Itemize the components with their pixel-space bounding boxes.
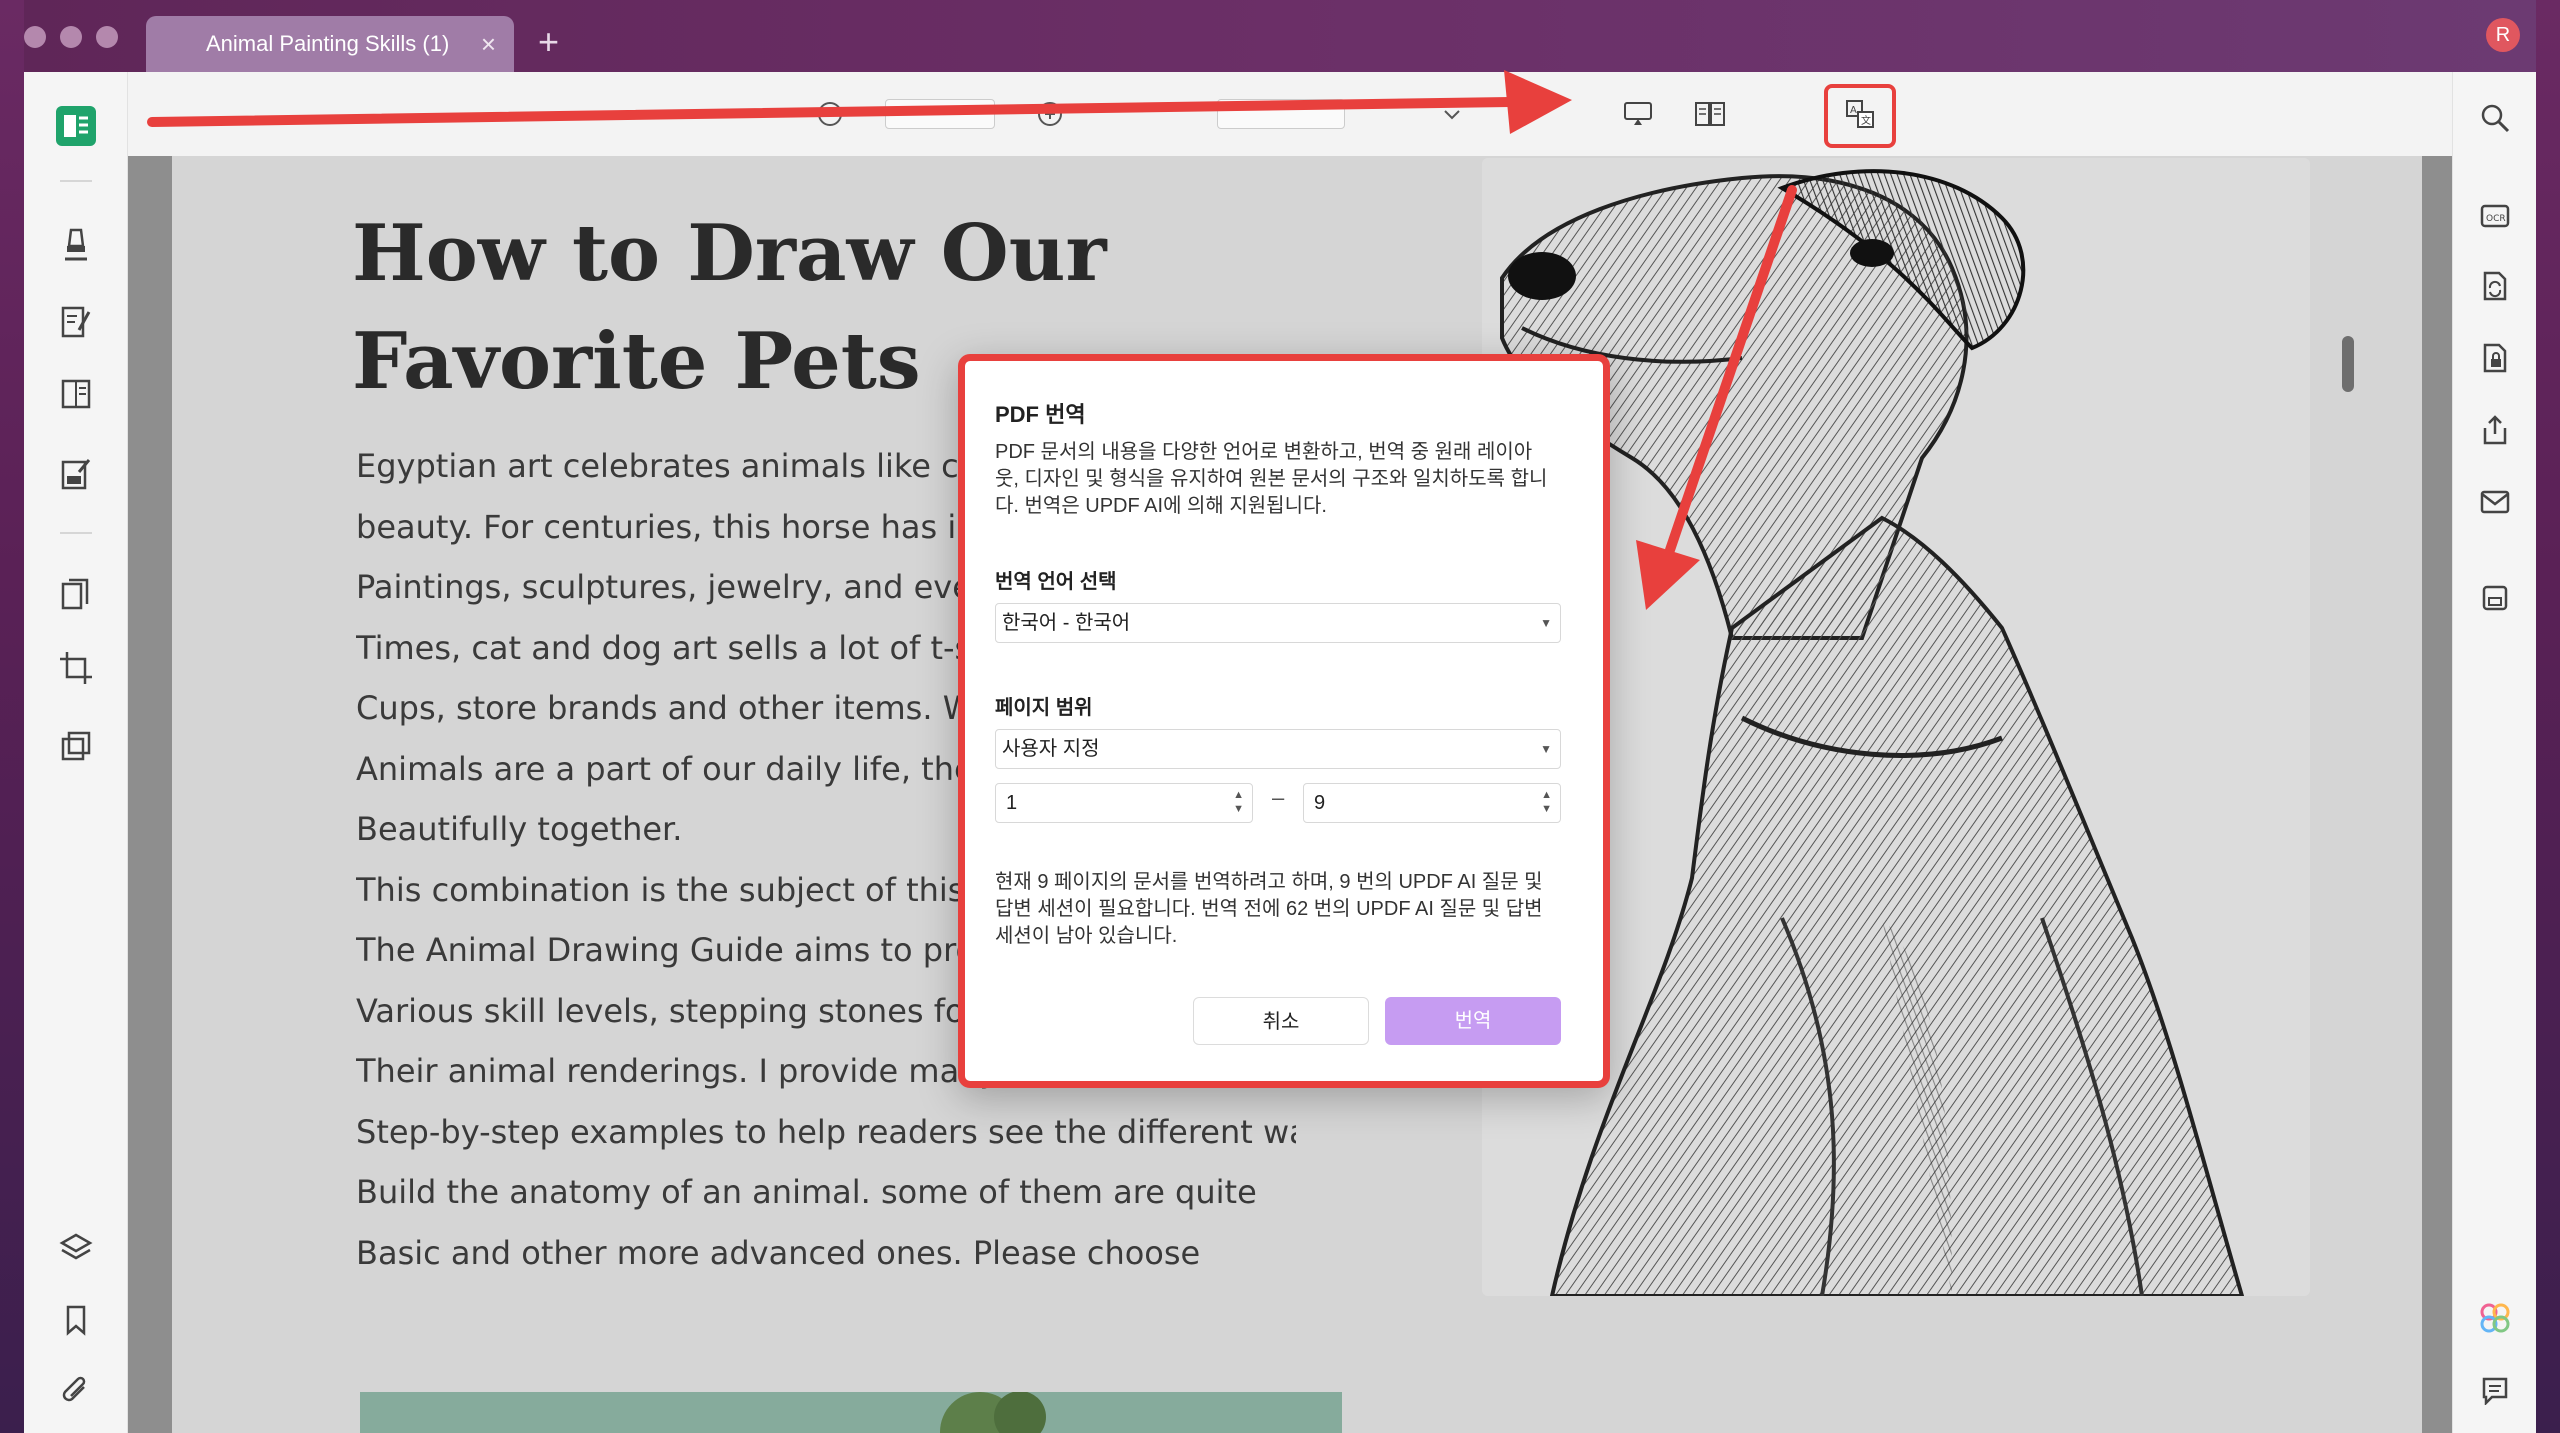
minimize-window-button[interactable] — [60, 26, 82, 48]
language-select[interactable]: 한국어 - 한국어 ▼ — [995, 603, 1561, 643]
range-from-stepper[interactable]: 1 ▲ ▼ — [995, 783, 1253, 823]
page-tools-icon[interactable] — [50, 568, 102, 620]
pdf-translate-dialog: PDF 번역 PDF 문서의 내용을 다양한 언어로 변환하고, 번역 중 원래… — [958, 354, 1610, 1088]
share-icon[interactable] — [2471, 406, 2519, 454]
protect-icon[interactable] — [2471, 334, 2519, 382]
vertical-scrollbar[interactable] — [2342, 336, 2354, 392]
email-icon[interactable] — [2471, 478, 2519, 526]
page-range-select[interactable]: 사용자 지정 ▼ — [995, 729, 1561, 769]
chevron-down-icon: ▼ — [1540, 742, 1552, 756]
left-sidebar — [24, 72, 128, 1433]
organize-pages-icon[interactable] — [50, 368, 102, 420]
tab-close-icon[interactable]: × — [481, 16, 496, 72]
attachment-icon[interactable] — [50, 1366, 102, 1418]
zoom-level-field[interactable] — [884, 92, 996, 136]
sidebar-divider — [60, 180, 92, 182]
dialog-title: PDF 번역 — [995, 402, 1086, 427]
fill-sign-icon[interactable] — [50, 448, 102, 500]
close-window-button[interactable] — [24, 26, 46, 48]
slideshow-icon[interactable] — [1616, 92, 1660, 136]
two-page-view-icon[interactable] — [1688, 92, 1732, 136]
range-separator: – — [1272, 785, 1285, 810]
tab-document[interactable]: Animal Painting Skills (1) × — [146, 16, 514, 72]
sidebar-divider — [60, 532, 92, 534]
ai-assistant-icon[interactable] — [2471, 1294, 2519, 1342]
page-down-icon[interactable] — [1430, 92, 1474, 136]
illustration-image — [360, 1391, 1342, 1433]
tab-title: Animal Painting Skills (1) — [206, 31, 450, 56]
body-line: Build the anatomy of an animal. some of … — [356, 1173, 1257, 1211]
avatar[interactable]: R — [2486, 18, 2520, 52]
page-title-line: How to Draw Our — [352, 208, 1107, 299]
page-bottom-icon[interactable] — [1496, 92, 1540, 136]
layers-icon[interactable] — [50, 1222, 102, 1274]
edit-pdf-icon[interactable] — [50, 296, 102, 348]
convert-icon[interactable] — [2471, 262, 2519, 310]
page-range-label: 페이지 범위 — [995, 697, 1093, 719]
search-icon[interactable] — [2471, 94, 2519, 142]
body-line: Basic and other more advanced ones. Plea… — [356, 1233, 1201, 1272]
ocr-icon[interactable]: OCR — [2471, 192, 2519, 240]
range-to-stepper[interactable]: 9 ▲ ▼ — [1303, 783, 1561, 823]
body-line: Step-by-step examples to help readers se… — [356, 1112, 1296, 1151]
stepper-arrows-icon[interactable]: ▲ ▼ — [1233, 788, 1244, 816]
new-tab-button[interactable]: + — [538, 14, 559, 70]
range-from-value: 1 — [1006, 792, 1018, 814]
crop-icon[interactable] — [50, 642, 102, 694]
zoom-window-button[interactable] — [96, 26, 118, 48]
session-usage-note: 현재 9 페이지의 문서를 번역하려고 하며, 9 번의 UPDF AI 질문 … — [995, 871, 1543, 947]
right-sidebar: OCR — [2452, 72, 2536, 1433]
top-toolbar: A文 — [128, 72, 2452, 156]
reader-mode-icon[interactable] — [50, 100, 102, 152]
svg-text:OCR: OCR — [2486, 214, 2506, 224]
save-icon[interactable] — [2471, 574, 2519, 622]
page-range-select-value: 사용자 지정 — [1002, 738, 1100, 760]
zoom-out-icon[interactable] — [808, 92, 852, 136]
comment-list-icon[interactable] — [2471, 1366, 2519, 1414]
range-to-value: 9 — [1314, 792, 1326, 814]
translate-button[interactable]: 번역 — [1385, 997, 1561, 1045]
page-number-field[interactable] — [1216, 92, 1346, 136]
language-label: 번역 언어 선택 — [995, 571, 1117, 593]
cancel-button[interactable]: 취소 — [1193, 997, 1369, 1045]
chevron-down-icon: ▼ — [1540, 616, 1552, 630]
compare-icon[interactable] — [50, 720, 102, 772]
translate-highlight-box — [1824, 84, 1896, 148]
dialog-description: PDF 문서의 내용을 다양한 언어로 변환하고, 번역 중 원래 레이아웃, … — [995, 441, 1548, 517]
title-bar: Animal Painting Skills (1) × + R — [24, 0, 2536, 72]
zoom-in-icon[interactable] — [1028, 92, 1072, 136]
language-select-value: 한국어 - 한국어 — [1002, 612, 1131, 634]
stepper-arrows-icon[interactable]: ▲ ▼ — [1541, 788, 1552, 816]
highlighter-icon[interactable] — [50, 218, 102, 270]
bookmark-icon[interactable] — [50, 1294, 102, 1346]
